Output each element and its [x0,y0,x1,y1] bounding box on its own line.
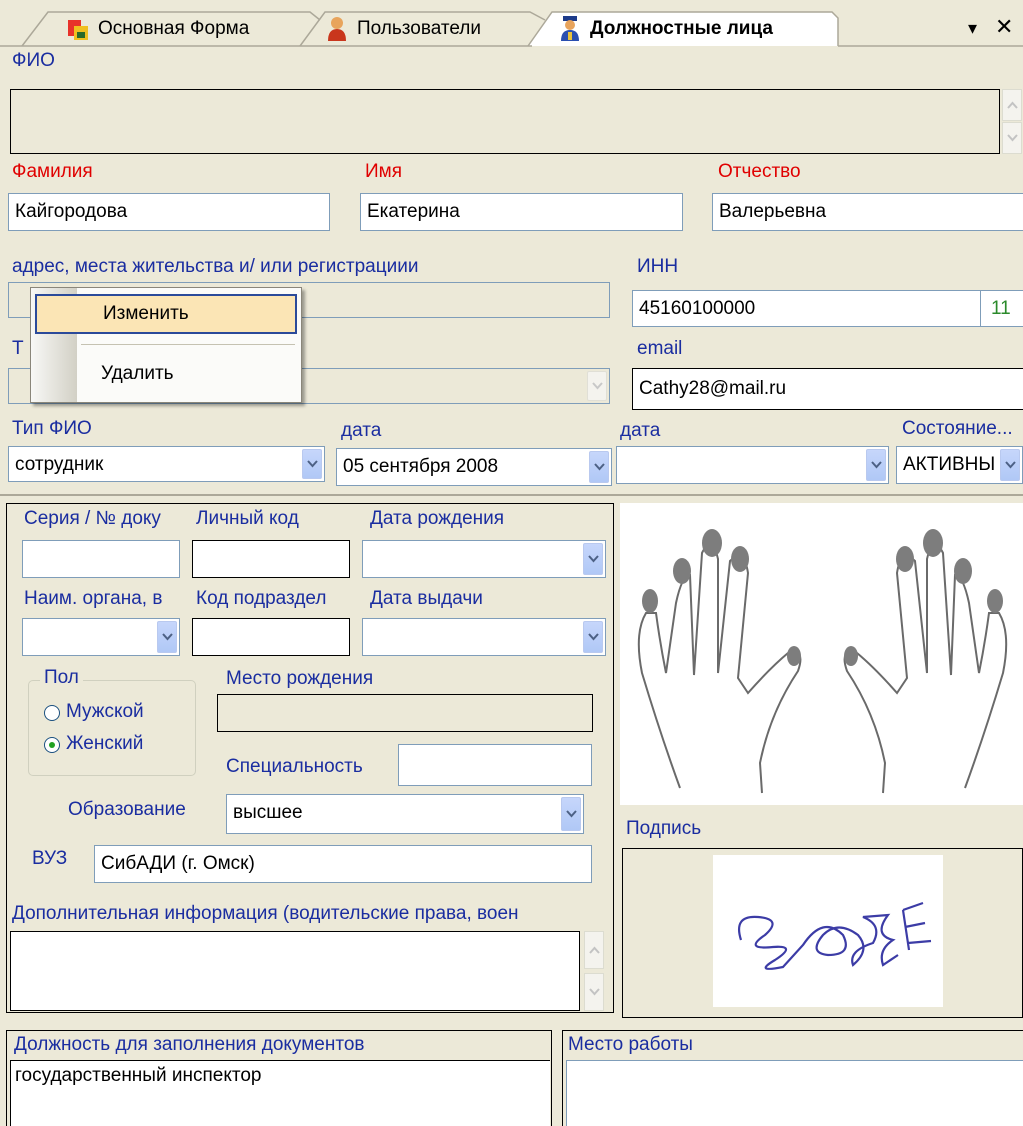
date1-select[interactable]: 05 сентября 2008 [336,448,612,486]
date2-select[interactable] [616,446,889,484]
workplace-input[interactable] [566,1060,1023,1126]
chevron-down-icon[interactable] [583,543,603,575]
fio-label: ФИО [12,50,55,71]
issue-date-select[interactable] [362,618,606,656]
officer-icon [561,16,579,41]
subdivision-code-input[interactable] [192,618,350,656]
gender-group [28,680,196,776]
state-select[interactable]: АКТИВНЫ [896,446,1023,484]
signature-panel[interactable] [622,848,1023,1018]
doc-series-label: Серия / № доку [24,508,161,529]
surname-input[interactable]: Кайгородова [8,193,330,231]
menu-item-delete[interactable]: Удалить [35,354,297,394]
context-menu: Изменить Удалить [30,287,302,403]
university-label: ВУЗ [32,848,68,869]
user-icon [328,17,346,41]
birthplace-field[interactable] [217,694,593,732]
specialty-label: Специальность [226,756,363,777]
position-label: Должность для заполнения документов [14,1034,365,1055]
fio-type-label: Тип ФИО [12,418,92,439]
fio-field[interactable] [10,89,1000,154]
signature-label: Подпись [626,818,702,839]
personal-code-label: Личный код [196,508,299,529]
extra-info-label: Дополнительная информация (водительские … [12,903,519,924]
hands-icon [637,529,1008,794]
education-value: высшее [233,802,303,823]
inn-check-value: 11 [981,290,1023,327]
scroll-up-icon[interactable] [1002,89,1022,121]
state-value: АКТИВНЫ [903,454,996,475]
gender-label: Пол [40,667,83,689]
tab-main-form[interactable]: Основная Форма [66,12,249,46]
birth-date-label: Дата рождения [370,508,505,529]
radio-male[interactable] [44,705,60,721]
issuer-select[interactable] [22,618,180,656]
phone-label: Т [12,338,24,359]
email-input[interactable]: Cathy28@mail.ru [632,368,1023,410]
chevron-down-icon[interactable] [1000,449,1020,481]
fio-type-select[interactable]: сотрудник [8,446,325,482]
date1-label: дата [341,420,382,441]
address-label: адрес, места жительства и/ или регистрац… [12,256,419,277]
chevron-down-icon[interactable] [866,449,886,481]
education-select[interactable]: высшее [226,794,584,834]
tab-officials[interactable]: Должностные лица [558,12,773,46]
tab-users[interactable]: Пользователи [325,12,481,46]
issue-date-label: Дата выдачи [370,588,483,609]
chevron-down-icon[interactable] [587,371,607,401]
tab-menu-icon[interactable]: ▾ [968,18,977,39]
section-divider [0,494,1023,496]
birthplace-label: Место рождения [226,668,374,689]
tab-label: Основная Форма [98,18,250,39]
workplace-label: Место работы [568,1034,693,1055]
radio-female[interactable] [44,737,60,753]
surname-label: Фамилия [12,161,93,182]
menu-separator [81,344,295,345]
chevron-down-icon[interactable] [583,621,603,653]
date1-value: 05 сентября 2008 [343,456,499,477]
issuer-label: Наим. органа, в [24,588,163,609]
chevron-down-icon[interactable] [561,797,581,831]
name-label: Имя [365,161,403,182]
inn-input[interactable]: 45160100000 [632,290,981,327]
fingerprints-image[interactable] [620,503,1023,805]
education-label: Образование [68,799,186,820]
birth-date-select[interactable] [362,540,606,578]
chevron-down-icon[interactable] [157,621,177,653]
specialty-input[interactable] [398,744,592,786]
radio-female-label[interactable]: Женский [66,733,143,755]
chevron-down-icon[interactable] [302,449,322,479]
university-input[interactable]: СибАДИ (г. Омск) [94,845,592,883]
extra-info-textarea[interactable] [10,931,580,1011]
patronymic-label: Отчество [718,161,801,182]
tab-bar: Основная Форма Пользователи Должностные … [0,0,1023,50]
scroll-up-icon[interactable] [584,931,604,969]
scroll-down-icon[interactable] [584,973,604,1011]
inn-label: ИНН [637,256,679,277]
tab-label: Должностные лица [590,18,773,39]
date2-label: дата [620,420,661,441]
fio-type-value: сотрудник [15,454,104,475]
menu-item-edit[interactable]: Изменить [35,294,297,334]
personal-code-input[interactable] [192,540,350,578]
chevron-down-icon[interactable] [589,451,609,483]
position-input[interactable]: государственный инспектор [10,1060,550,1126]
name-input[interactable]: Екатерина [360,193,683,231]
doc-series-input[interactable] [22,540,180,578]
close-icon[interactable]: ✕ [995,14,1013,40]
radio-male-label[interactable]: Мужской [66,701,144,723]
email-label: email [637,338,683,359]
folder-app-icon [68,20,88,40]
signature-image [713,855,943,1007]
subdivision-code-label: Код подраздел [196,588,327,609]
scroll-down-icon[interactable] [1002,122,1022,154]
patronymic-input[interactable]: Валерьевна [712,193,1023,231]
state-label: Состояние... [902,418,1013,439]
tab-label: Пользователи [357,18,482,39]
signature-icon [737,901,932,970]
